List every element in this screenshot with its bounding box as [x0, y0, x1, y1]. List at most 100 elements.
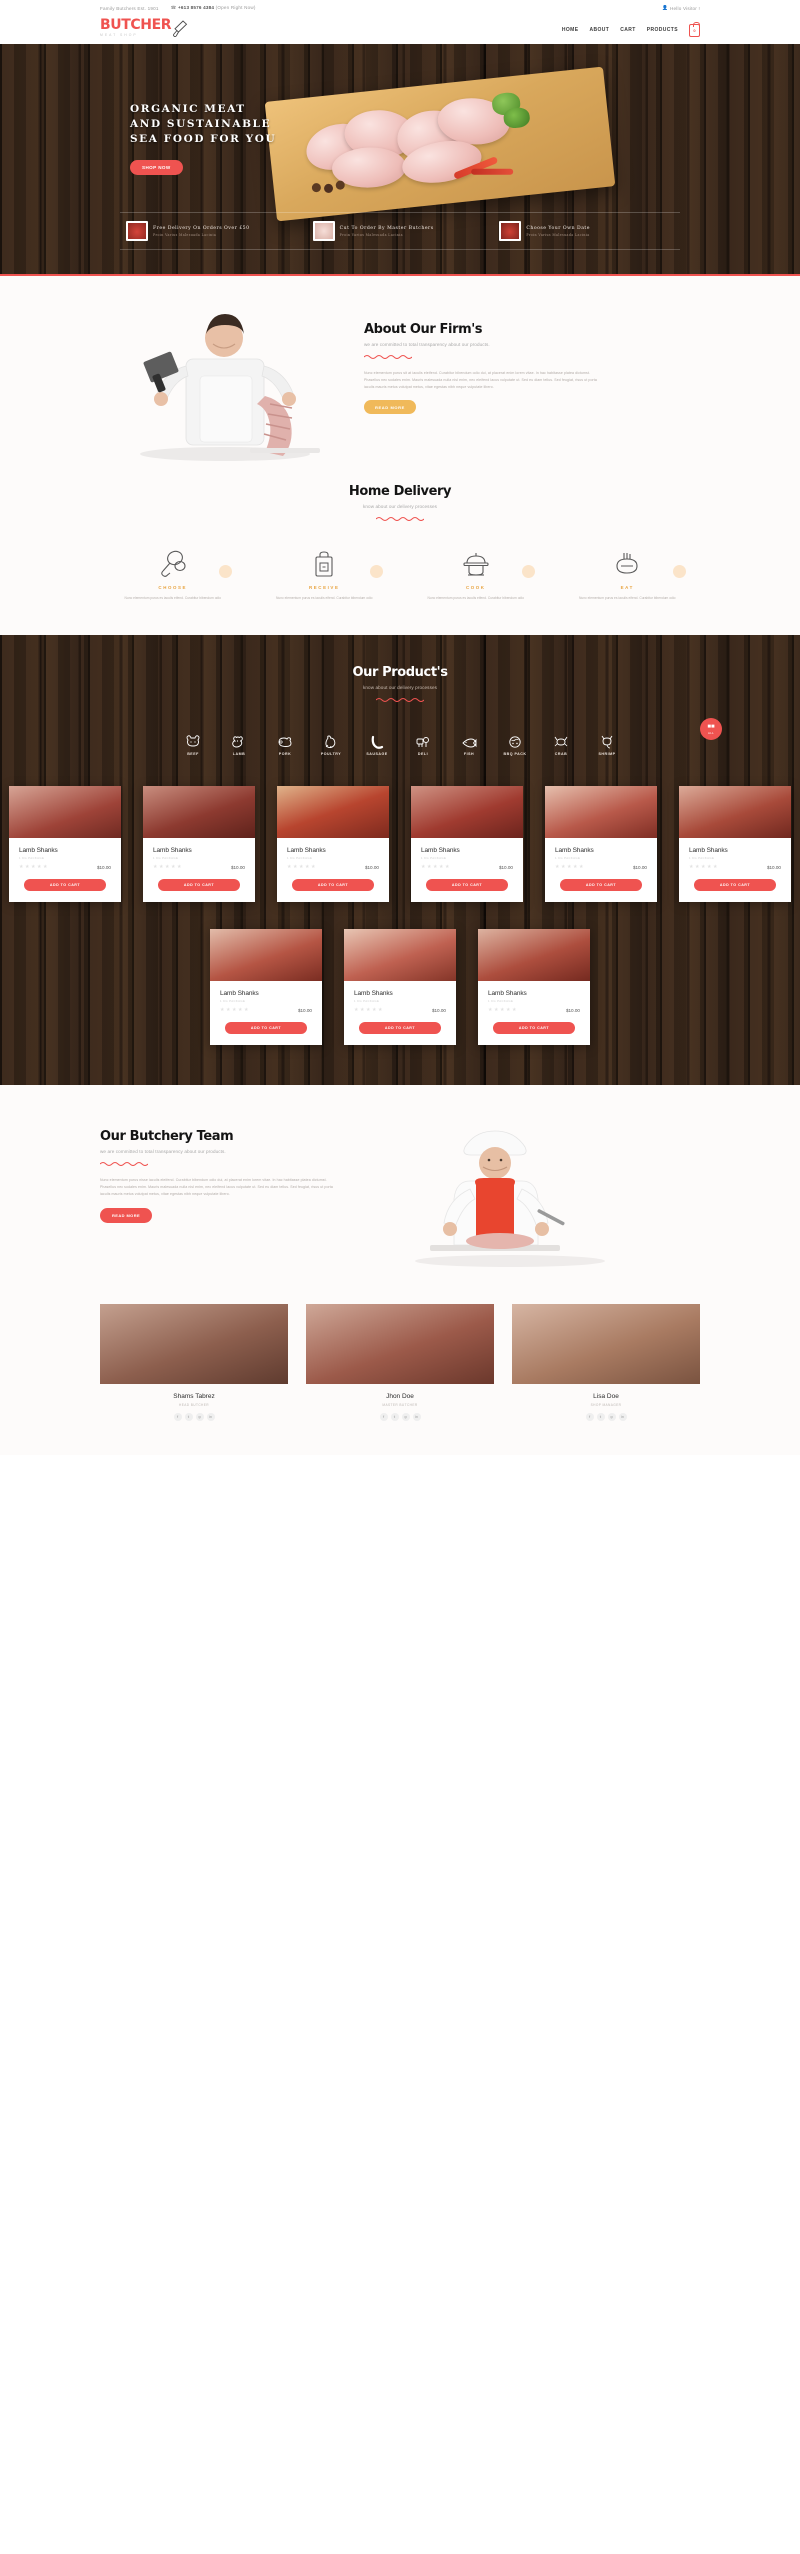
category-label: DELI: [417, 752, 429, 756]
add-to-cart-button[interactable]: ADD TO CART: [359, 1022, 441, 1034]
add-to-cart-button[interactable]: ADD TO CART: [426, 879, 508, 891]
add-to-cart-button[interactable]: ADD TO CART: [292, 879, 374, 891]
facebook-icon[interactable]: f: [379, 1413, 388, 1421]
add-to-cart-button[interactable]: ADD TO CART: [560, 879, 642, 891]
category-poultry[interactable]: POULTRY: [313, 732, 349, 756]
rating-stars[interactable]: ★ ★ ★ ★ ★: [287, 865, 315, 870]
nav-item-cart[interactable]: CART: [620, 27, 636, 33]
product-price: $10.00: [565, 1008, 580, 1013]
delivery-step-eat: EAT Nunc elementum purus es iaculis eife…: [555, 547, 701, 601]
product-card[interactable]: Lamb Shanks 1 KG PACKAGE ★ ★ ★ ★ ★ $10.00 AD…: [478, 929, 590, 1045]
twitter-icon[interactable]: t: [390, 1413, 399, 1421]
social-links: f t g in: [100, 1413, 288, 1421]
nav-item-about[interactable]: ABOUT: [589, 27, 609, 33]
google-plus-icon[interactable]: g: [195, 1413, 204, 1421]
lamb-roast-photo: [478, 929, 590, 981]
rating-stars[interactable]: ★ ★ ★ ★ ★: [555, 865, 583, 870]
hero-feature-title: Cut To Order By Master Butchers: [339, 225, 434, 231]
linkedin-icon[interactable]: in: [618, 1413, 627, 1421]
rating-stars[interactable]: ★ ★ ★ ★ ★: [421, 865, 449, 870]
category-lamb[interactable]: LAMB: [221, 732, 257, 756]
delivery-heading: Home Delivery: [348, 484, 452, 499]
team-section: Our Butchery Team we are committed to to…: [0, 1085, 800, 1274]
rating-stars[interactable]: ★ ★ ★ ★ ★: [689, 865, 717, 870]
team-member-card[interactable]: Shams Tabrez HEAD BUTCHER f t g in: [100, 1304, 288, 1421]
category-shrimp[interactable]: SHRIMP: [589, 732, 625, 756]
shop-now-button[interactable]: SHOP NOW: [130, 160, 183, 175]
member-name: Shams Tabrez: [173, 1393, 215, 1400]
add-to-cart-button[interactable]: ADD TO CART: [225, 1022, 307, 1034]
facebook-icon[interactable]: f: [585, 1413, 594, 1421]
add-to-cart-button[interactable]: ADD TO CART: [158, 879, 240, 891]
add-to-cart-button[interactable]: ADD TO CART: [694, 879, 776, 891]
phone-number[interactable]: +613 8576 4384: [178, 5, 214, 10]
phone-group[interactable]: ☎ +613 8576 4384 (Open Right Now): [171, 5, 256, 11]
product-sku: 1 KG PACKAGE: [421, 856, 447, 860]
lamb-cut-photo: [210, 929, 322, 981]
team-read-more-button[interactable]: READ MORE: [100, 1208, 153, 1223]
add-to-cart-button[interactable]: ADD TO CART: [493, 1022, 575, 1034]
category-beef[interactable]: BEEF: [175, 732, 211, 756]
product-card[interactable]: Lamb Shanks 1 KG PACKAGE ★ ★ ★ ★ ★ $10.00 AD…: [411, 786, 523, 902]
deli-icon: [405, 732, 441, 749]
product-card[interactable]: Lamb Shanks 1 KG PACKAGE ★ ★ ★ ★ ★ $10.00 AD…: [210, 929, 322, 1045]
category-crab[interactable]: CRAB: [543, 732, 579, 756]
meal-plate-icon: [555, 547, 701, 581]
team-member-card[interactable]: Lisa Doe SHOP MANAGER f t g in: [512, 1304, 700, 1421]
category-pork[interactable]: PORK: [267, 732, 303, 756]
social-links: f t g in: [306, 1413, 494, 1421]
product-card[interactable]: Lamb Shanks 1 KG PACKAGE ★ ★ ★ ★ ★ $10.00 AD…: [277, 786, 389, 902]
user-icon: 👤: [662, 5, 669, 10]
google-plus-icon[interactable]: g: [401, 1413, 410, 1421]
logo[interactable]: BUTCHER MEAT SHOP: [100, 18, 188, 42]
twitter-icon[interactable]: t: [184, 1413, 193, 1421]
team-member-card[interactable]: Jhon Doe MASTER BUTCHER f t g in: [306, 1304, 494, 1421]
category-sausage[interactable]: SAUSAGE: [359, 732, 395, 756]
cow-icon: [175, 732, 211, 749]
rating-stars[interactable]: ★ ★ ★ ★ ★: [153, 865, 181, 870]
shopping-bag-icon[interactable]: 0: [689, 22, 700, 37]
category-bbq-pack[interactable]: BBQ PACK: [497, 732, 533, 756]
product-name: Lamb Shanks: [555, 847, 594, 854]
rating-stars[interactable]: ★ ★ ★ ★ ★: [220, 1008, 248, 1013]
product-card[interactable]: Lamb Shanks 1 KG PACKAGE ★ ★ ★ ★ ★ $10.00 AD…: [9, 786, 121, 902]
product-price: $10.00: [96, 865, 111, 870]
hero-feature-item[interactable]: Free Delivery On Orders Over £50 Proin V…: [120, 221, 307, 241]
product-sku: 1 KG PACKAGE: [354, 999, 380, 1003]
linkedin-icon[interactable]: in: [412, 1413, 421, 1421]
butcher-portrait-1: [100, 1304, 288, 1384]
product-card[interactable]: Lamb Shanks 1 KG PACKAGE ★ ★ ★ ★ ★ $10.00 AD…: [143, 786, 255, 902]
rating-stars[interactable]: ★ ★ ★ ★ ★: [488, 1008, 516, 1013]
product-category-bar: BEEF LAMB PORK POULTRY SAUSAGE DELI FISH…: [0, 732, 800, 756]
products-section: Our Product's know about our delivery pr…: [0, 635, 800, 1085]
logo-subtitle: MEAT SHOP: [100, 32, 138, 37]
hero-feature-item[interactable]: Choose Your Own Date Proin Varius Malesu…: [493, 221, 680, 241]
nav-item-home[interactable]: HOME: [562, 27, 579, 33]
lamb-chop-photo: [9, 786, 121, 838]
member-role: SHOP MANAGER: [590, 1403, 622, 1407]
facebook-icon[interactable]: f: [173, 1413, 182, 1421]
add-to-cart-button[interactable]: ADD TO CART: [24, 879, 106, 891]
top-bar-right[interactable]: 👤 Hello Visitor !: [662, 5, 700, 11]
hero-feature-strip: Free Delivery On Orders Over £50 Proin V…: [120, 212, 680, 250]
nav-item-products[interactable]: PRODUCTS: [647, 27, 678, 33]
category-label: LAMB: [232, 752, 246, 756]
delivery-section: Home Delivery know about our delivery pr…: [0, 466, 800, 635]
linkedin-icon[interactable]: in: [206, 1413, 215, 1421]
category-deli[interactable]: DELI: [405, 732, 441, 756]
google-plus-icon[interactable]: g: [607, 1413, 616, 1421]
category-fish[interactable]: FISH: [451, 732, 487, 756]
rating-stars[interactable]: ★ ★ ★ ★ ★: [354, 1008, 382, 1013]
product-price: $10.00: [364, 865, 379, 870]
product-card[interactable]: Lamb Shanks 1 KG PACKAGE ★ ★ ★ ★ ★ $10.00 AD…: [545, 786, 657, 902]
sausage-icon: [359, 732, 395, 749]
about-read-more-button[interactable]: READ MORE: [364, 400, 416, 414]
delivery-step-title: RECEIVE: [309, 585, 340, 590]
rating-stars[interactable]: ★ ★ ★ ★ ★: [19, 865, 47, 870]
product-card[interactable]: Lamb Shanks 1 KG PACKAGE ★ ★ ★ ★ ★ $10.00 AD…: [344, 929, 456, 1045]
product-card[interactable]: Lamb Shanks 1 KG PACKAGE ★ ★ ★ ★ ★ $10.00 AD…: [679, 786, 791, 902]
twitter-icon[interactable]: t: [596, 1413, 605, 1421]
delivery-step-text: Nunc elementum purus es iaculis eifend. …: [579, 596, 676, 600]
hero-feature-item[interactable]: Cut To Order By Master Butchers Proin Va…: [307, 221, 494, 241]
product-grid: Lamb Shanks 1 KG PACKAGE ★ ★ ★ ★ ★ $10.00 AD…: [0, 786, 800, 1045]
